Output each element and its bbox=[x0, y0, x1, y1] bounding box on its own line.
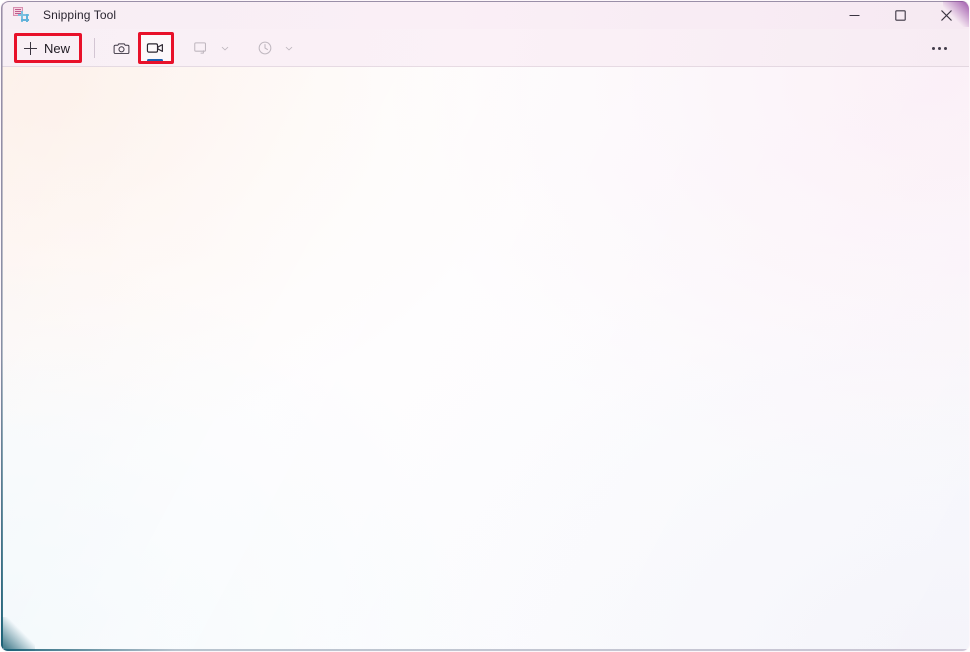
clock-icon bbox=[258, 41, 272, 55]
snip-shape-button[interactable] bbox=[187, 33, 215, 63]
maximize-icon bbox=[894, 9, 906, 21]
new-button-label: New bbox=[44, 40, 71, 56]
see-more-button[interactable] bbox=[923, 33, 955, 63]
ellipsis-dot bbox=[943, 46, 947, 50]
title-bar[interactable]: Snipping Tool bbox=[1, 1, 969, 29]
toolbar-separator bbox=[94, 38, 96, 58]
capture-options-group bbox=[187, 33, 299, 63]
window-controls bbox=[831, 1, 969, 29]
video-camera-icon bbox=[146, 43, 163, 53]
selected-mode-indicator bbox=[147, 59, 164, 62]
canvas-sheen-overlay bbox=[1, 67, 969, 651]
screenshot-mode-button[interactable] bbox=[105, 33, 137, 63]
delay-chevron-button[interactable] bbox=[279, 33, 299, 63]
plus-icon bbox=[24, 41, 37, 55]
new-button[interactable]: New bbox=[15, 34, 83, 62]
snipping-tool-icon bbox=[13, 7, 29, 23]
chevron-down-icon bbox=[221, 46, 229, 50]
camera-icon bbox=[113, 42, 129, 54]
ellipsis-dot bbox=[931, 46, 935, 50]
chevron-down-icon bbox=[285, 46, 293, 50]
capture-mode-group bbox=[105, 33, 172, 63]
new-button-container: New bbox=[15, 34, 83, 62]
maximize-button[interactable] bbox=[877, 1, 923, 29]
record-mode-button[interactable] bbox=[139, 33, 172, 63]
snipping-tool-window: Snipping Tool New bbox=[0, 0, 970, 652]
toolbar: New bbox=[1, 29, 969, 67]
rectangle-snip-icon bbox=[194, 42, 207, 54]
close-button[interactable] bbox=[923, 1, 969, 29]
close-icon bbox=[940, 9, 952, 21]
window-title: Snipping Tool bbox=[43, 8, 117, 22]
delay-timer-button[interactable] bbox=[251, 33, 279, 63]
minimize-icon bbox=[849, 14, 859, 16]
capture-canvas-area[interactable] bbox=[1, 67, 969, 651]
toolbar-divider bbox=[1, 66, 969, 67]
ellipsis-dot bbox=[937, 46, 941, 50]
snip-shape-chevron-button[interactable] bbox=[215, 33, 235, 63]
minimize-button[interactable] bbox=[831, 1, 877, 29]
